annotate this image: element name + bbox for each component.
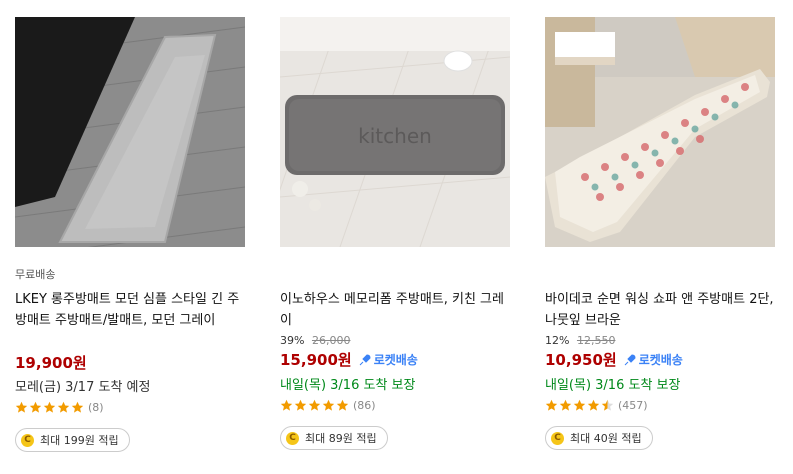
free-shipping-label: 무료배송 [15,268,56,281]
product-title-2[interactable]: 이노하우스 메모리폼 주방매트, 키친 그레이 [280,289,512,331]
star-icon [601,399,614,411]
star-rating [545,399,614,412]
price-2: 15,900원 [280,351,352,369]
star-icon [336,399,349,411]
rocket-icon [359,353,371,365]
coin-icon: C [551,431,564,445]
reward-badge-2: C 최대 89원 적립 [280,426,388,450]
review-count-2: (86) [353,399,376,412]
product-card-2[interactable]: kitchen [280,17,510,247]
star-icon [322,399,335,411]
discount-rate-3: 12% [545,334,570,347]
original-price-3: 12,550 [576,334,616,347]
star-icon [294,399,307,411]
rocket-delivery-badge: 로켓배송 [623,351,683,368]
reward-badge-1: C 최대 199원 적립 [15,428,130,452]
reward-text-1: 최대 199원 적립 [40,434,119,447]
arrival-info-3: 내일(목) 3/16 도착 보장 [545,378,681,393]
star-icon [57,401,70,413]
discount-line-2: 39% 26,000 [280,334,350,347]
original-price-2: 26,000 [311,334,351,347]
rocket-label-3: 로켓배송 [638,353,683,367]
star-icon [573,399,586,411]
star-icon [280,399,293,411]
review-count-3: (457) [618,399,648,412]
price-line-1: 19,900원 [15,352,87,373]
product-card-1[interactable] [15,17,245,247]
price-1: 19,900원 [15,354,87,372]
star-icon [587,399,600,411]
discount-line-3: 12% 12,550 [545,334,615,347]
product-card-3[interactable] [545,17,775,247]
star-icon [545,399,558,411]
star-icon [308,399,321,411]
star-rating [280,399,349,412]
star-icon [43,401,56,413]
reward-text-3: 최대 40원 적립 [570,432,642,445]
mat-kitchen-text: kitchen [358,124,432,148]
star-icon [71,401,84,413]
reward-text-2: 최대 89원 적립 [305,432,377,445]
rating-2: (86) [280,399,376,412]
product-title-3[interactable]: 바이데코 순면 워싱 쇼파 앤 주방매트 2단, 나뭇잎 브라운 [545,289,777,331]
arrival-info-2: 내일(목) 3/16 도착 보장 [280,378,416,393]
reward-badge-3: C 최대 40원 적립 [545,426,653,450]
review-count-1: (8) [88,401,104,414]
star-icon [15,401,28,413]
product-image-1[interactable] [15,17,245,247]
rocket-icon [624,353,636,365]
price-3: 10,950원 [545,351,617,369]
price-line-2: 15,900원 로켓배송 [280,349,418,370]
rocket-label-2: 로켓배송 [373,353,418,367]
coin-icon: C [286,431,299,445]
arrival-info-1: 모레(금) 3/17 도착 예정 [15,380,151,395]
price-line-3: 10,950원 로켓배송 [545,349,683,370]
rating-3: (457) [545,399,648,412]
rocket-delivery-badge: 로켓배송 [358,351,418,368]
product-title-1[interactable]: LKEY 롱주방매트 모던 심플 스타일 긴 주방매트 주방매트/발매트, 모던… [15,289,247,331]
discount-rate-2: 39% [280,334,305,347]
star-icon [559,399,572,411]
product-image-2[interactable]: kitchen [280,17,510,247]
star-icon [29,401,42,413]
coin-icon: C [21,433,34,447]
product-image-3[interactable] [545,17,775,247]
rating-1: (8) [15,401,104,414]
star-rating [15,401,84,414]
